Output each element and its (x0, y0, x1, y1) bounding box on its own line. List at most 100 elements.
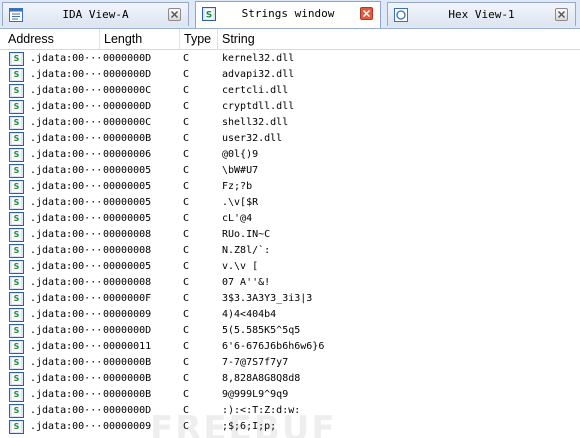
cell-length: 00000008 (103, 277, 152, 288)
cell-type: C (183, 165, 190, 176)
cell-address: .jdata:00··· (30, 197, 100, 208)
cell-string: v.\v [ (222, 261, 259, 272)
cell-address: .jdata:00··· (30, 53, 100, 64)
table-row[interactable]: S .jdata:00··· 00000005 CcL'@4 (0, 211, 580, 227)
cell-address: .jdata:00··· (30, 421, 100, 432)
close-icon[interactable] (168, 8, 181, 21)
cell-address: .jdata:00··· (30, 213, 100, 224)
tab-strings-window[interactable]: S Strings window (195, 1, 381, 28)
cell-address: .jdata:00··· (30, 357, 100, 368)
table-row[interactable]: S .jdata:00··· 00000005 Cv.\v [ (0, 259, 580, 275)
cell-string: cryptdll.dll (222, 101, 295, 112)
cell-length: 00000005 (103, 165, 152, 176)
table-row[interactable]: S .jdata:00··· 0000000C Ccertcli.dll (0, 83, 580, 99)
column-header-length[interactable]: Length (100, 29, 180, 49)
cell-string: \bW#U7 (222, 165, 259, 176)
cell-string: cL'@4 (222, 213, 253, 224)
close-icon[interactable] (555, 8, 568, 21)
cell-address: .jdata:00··· (30, 277, 100, 288)
cell-type: C (183, 293, 190, 304)
cell-type: C (183, 69, 190, 80)
cell-string: .\v[$R (222, 197, 259, 208)
table-row[interactable]: S .jdata:00··· 00000009 C 4)4<404b4 (0, 307, 580, 323)
table-row[interactable]: S .jdata:00··· 0000000F C 3$3.3A3Y3_3i3|3 (0, 291, 580, 307)
tab-title: Strings window (241, 7, 335, 20)
cell-type: C (183, 133, 190, 144)
cell-length: 0000000B (103, 389, 152, 400)
cell-string: certcli.dll (222, 85, 289, 96)
cell-address: .jdata:00··· (30, 85, 100, 96)
table-row[interactable]: S .jdata:00··· 00000008 C 07 A''&! (0, 275, 580, 291)
hex-view-icon (394, 7, 408, 22)
cell-address: .jdata:00··· (30, 69, 100, 80)
cell-string: @0l{)9 (222, 149, 259, 160)
table-row[interactable]: S .jdata:00··· 0000000C Cshell32.dll (0, 115, 580, 131)
table-row[interactable]: S .jdata:00··· 00000005 C .\v[$R (0, 195, 580, 211)
cell-type: C (183, 373, 190, 384)
cell-string: kernel32.dll (222, 53, 295, 64)
cell-type: C (183, 341, 190, 352)
cell-type: C (183, 213, 190, 224)
tab-title: IDA View-A (62, 8, 129, 21)
cell-length: 0000000D (103, 325, 152, 336)
svg-text:S: S (206, 11, 212, 21)
cell-string: 6'6-676J6b6h6w6}6 (222, 341, 325, 352)
string-icon: S (9, 388, 24, 402)
string-icon: S (9, 132, 24, 146)
string-icon: S (9, 196, 24, 210)
cell-address: .jdata:00··· (30, 389, 100, 400)
string-icon: S (9, 372, 24, 386)
tab-hex-view-1[interactable]: Hex View-1 (387, 2, 576, 26)
cell-type: C (183, 149, 190, 160)
cell-length: 0000000D (103, 69, 152, 80)
cell-string: ;$;6;I;p; (222, 421, 277, 432)
close-icon[interactable] (360, 7, 373, 20)
table-header: Address Length Type String (0, 29, 580, 50)
cell-length: 00000008 (103, 245, 152, 256)
tab-ida-view-a[interactable]: IDA View-A (2, 2, 189, 26)
string-icon: S (9, 164, 24, 178)
cell-length: 00000008 (103, 229, 152, 240)
cell-type: C (183, 181, 190, 192)
table-row[interactable]: S .jdata:00··· 0000000B C 8,828A8G8Q8d8 (0, 371, 580, 387)
cell-type: C (183, 229, 190, 240)
string-icon: S (9, 212, 24, 226)
table-row[interactable]: S .jdata:00··· 00000006 C @0l{)9 (0, 147, 580, 163)
table-row[interactable]: S .jdata:00··· 0000000B C 9@999L9^9q9 (0, 387, 580, 403)
table-row[interactable]: S .jdata:00··· 0000000D C:):<:T:Z:d:w: (0, 403, 580, 419)
string-icon: S (9, 324, 24, 338)
tab-title: Hex View-1 (448, 8, 515, 21)
table-row[interactable]: S .jdata:00··· 0000000D Cadvapi32.dll (0, 67, 580, 83)
table-row[interactable]: S .jdata:00··· 0000000B C 7-7@7S7f7y7 (0, 355, 580, 371)
cell-string: 7-7@7S7f7y7 (222, 357, 289, 368)
table-row[interactable]: S .jdata:00··· 00000008 C RUo.IN~C (0, 227, 580, 243)
table-row[interactable]: S .jdata:00··· 00000005 C Fz;?b (0, 179, 580, 195)
table-row[interactable]: S .jdata:00··· 00000008 C N.Z8l/`: (0, 243, 580, 259)
cell-type: C (183, 53, 190, 64)
cell-type: C (183, 197, 190, 208)
cell-string: 9@999L9^9q9 (222, 389, 289, 400)
string-icon: S (9, 148, 24, 162)
cell-type: C (183, 245, 190, 256)
cell-type: C (183, 389, 190, 400)
table-row[interactable]: S .jdata:00··· 00000009 C ;$;6;I;p; (0, 419, 580, 435)
table-row[interactable]: S .jdata:00··· 00000011 C 6'6-676J6b6h6w6}6 (0, 339, 580, 355)
table-row[interactable]: S .jdata:00··· 00000005 C \bW#U7 (0, 163, 580, 179)
cell-length: 0000000B (103, 133, 152, 144)
column-header-type[interactable]: Type (180, 29, 218, 49)
table-row[interactable]: S .jdata:00··· 0000000D Ccryptdll.dll (0, 99, 580, 115)
table-row[interactable]: S .jdata:00··· 0000000B Cuser32.dll (0, 131, 580, 147)
column-header-address[interactable]: Address (4, 29, 100, 49)
string-icon: S (9, 116, 24, 130)
cell-address: .jdata:00··· (30, 405, 100, 416)
cell-length: 0000000B (103, 357, 152, 368)
cell-type: C (183, 309, 190, 320)
table-row[interactable]: S .jdata:00··· 0000000D Ckernel32.dll (0, 51, 580, 67)
cell-address: .jdata:00··· (30, 149, 100, 160)
column-header-string[interactable]: String (218, 29, 580, 49)
string-icon: S (9, 100, 24, 114)
string-icon: S (9, 84, 24, 98)
table-row[interactable]: S .jdata:00··· 0000000D C 5(5.585K5^5q5 (0, 323, 580, 339)
cell-length: 00000009 (103, 309, 152, 320)
cell-string: N.Z8l/`: (222, 245, 271, 256)
